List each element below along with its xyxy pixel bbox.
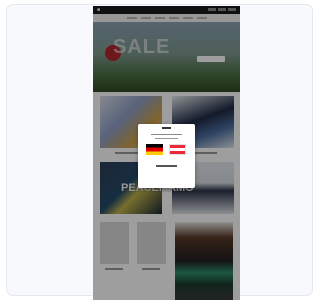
country-select-modal [138,124,195,188]
modal-heading [151,134,182,135]
modal-logo [162,127,171,129]
germany-flag-button[interactable] [146,144,163,155]
modal-subheading [155,138,178,139]
other-country-link[interactable] [156,165,177,167]
austria-flag-button[interactable] [169,144,186,155]
website-screenshot: ■ SALE PEACEMAMO [93,6,240,300]
